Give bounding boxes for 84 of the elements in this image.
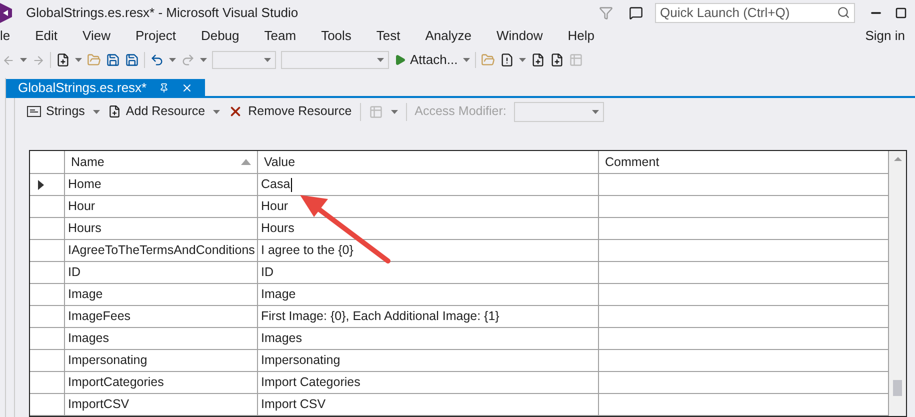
name-cell[interactable]: Images xyxy=(65,328,258,349)
value-cell[interactable]: Hours xyxy=(258,218,599,239)
caret-icon xyxy=(377,58,384,62)
quick-launch-field[interactable]: Quick Launch (Ctrl+Q) xyxy=(655,2,855,22)
menu-item[interactable]: Edit xyxy=(35,26,58,46)
name-cell[interactable]: ImportCSV xyxy=(65,394,258,415)
caret-icon xyxy=(264,58,271,62)
undo-icon[interactable] xyxy=(150,53,164,67)
value-cell[interactable]: First Image: {0}, Each Additional Image: {1} xyxy=(258,306,599,327)
folder-icon[interactable] xyxy=(87,53,101,67)
caret-icon xyxy=(169,58,176,62)
config-dropdown[interactable] xyxy=(212,51,276,69)
caret-icon xyxy=(462,58,470,62)
sign-in-link[interactable]: Sign in xyxy=(865,26,905,46)
menu-item[interactable]: Team xyxy=(264,26,296,46)
add-file-icon xyxy=(108,105,121,118)
column-header[interactable]: Value xyxy=(258,151,599,173)
caret-icon xyxy=(213,110,220,114)
play-icon xyxy=(394,54,406,66)
text-resource-icon xyxy=(27,106,41,117)
caret-icon xyxy=(20,58,27,62)
sort-ascending-icon[interactable] xyxy=(241,159,251,165)
save-icon[interactable] xyxy=(106,53,120,67)
name-cell[interactable]: ImportCategories xyxy=(65,372,258,393)
view-icon[interactable] xyxy=(368,104,383,118)
name-cell[interactable]: IAgreeToTheTermsAndConditions xyxy=(65,240,258,261)
new-item-icon[interactable] xyxy=(56,53,70,67)
maximize-icon[interactable] xyxy=(895,6,907,18)
find-folder-icon[interactable] xyxy=(480,53,495,67)
forward-icon[interactable] xyxy=(32,54,45,66)
access-modifier-dropdown[interactable] xyxy=(514,102,604,122)
name-cell[interactable]: Image xyxy=(65,284,258,305)
pin-icon[interactable] xyxy=(158,82,169,92)
caret-icon xyxy=(592,110,600,114)
caret-icon xyxy=(92,110,100,114)
caret-icon xyxy=(75,58,82,62)
feedback-icon[interactable] xyxy=(629,6,643,20)
value-cell[interactable]: Image xyxy=(258,284,599,305)
name-cell[interactable]: Hour xyxy=(65,196,258,217)
access-modifier-label: Access Modifier: xyxy=(414,103,506,120)
menu-item[interactable]: le xyxy=(0,26,10,46)
document-tab[interactable]: GlobalStrings.es.resx* xyxy=(6,79,205,96)
value-cell[interactable]: ID xyxy=(258,262,599,283)
value-cell[interactable]: Images xyxy=(258,328,599,349)
window-title: GlobalStrings.es.resx* - Microsoft Visual Studio xyxy=(26,4,298,22)
filter-icon[interactable] xyxy=(599,6,613,20)
menu-item[interactable]: Analyze xyxy=(425,26,472,46)
menu-item[interactable]: Project xyxy=(135,26,176,46)
search-icon[interactable] xyxy=(837,6,850,19)
redo-icon[interactable] xyxy=(181,53,195,67)
caret-icon xyxy=(518,58,526,62)
menu-item[interactable]: Help xyxy=(568,26,595,46)
menu-item[interactable]: Debug xyxy=(200,26,240,46)
strings-button[interactable]: Strings xyxy=(27,102,85,121)
remove-resource-button[interactable]: Remove Resource xyxy=(228,102,352,121)
value-cell[interactable]: Import Categories xyxy=(258,372,599,393)
name-cell[interactable]: Hours xyxy=(65,218,258,239)
scroll-up-icon[interactable] xyxy=(894,157,902,161)
add-resource-button[interactable]: Add Resource xyxy=(108,102,206,121)
platform-dropdown[interactable] xyxy=(281,51,389,69)
menu-item[interactable]: Tools xyxy=(321,26,352,46)
file-alert-icon[interactable] xyxy=(500,53,514,67)
current-row-icon xyxy=(38,180,44,190)
column-header[interactable]: Name xyxy=(65,151,258,173)
name-cell[interactable]: Home xyxy=(65,174,258,195)
value-cell[interactable]: Impersonating xyxy=(258,350,599,371)
close-icon[interactable] xyxy=(180,82,193,94)
scrollbar-thumb[interactable] xyxy=(893,380,902,396)
back-icon[interactable] xyxy=(2,54,15,66)
name-cell[interactable]: ID xyxy=(65,262,258,283)
value-cell[interactable]: Import CSV xyxy=(258,394,599,415)
attach-button[interactable]: Attach... xyxy=(394,50,458,70)
menu-item[interactable]: Window xyxy=(496,26,543,46)
menu-item[interactable]: Test xyxy=(376,26,400,46)
menu-item[interactable]: View xyxy=(82,26,110,46)
vertical-scrollbar[interactable] xyxy=(889,151,906,416)
name-cell[interactable]: ImageFees xyxy=(65,306,258,327)
value-cell[interactable]: Casa xyxy=(258,174,599,195)
save-all-icon[interactable] xyxy=(125,53,139,67)
name-cell[interactable]: Impersonating xyxy=(65,350,258,371)
value-cell[interactable]: I agree to the {0} xyxy=(258,240,599,261)
app-logo-icon xyxy=(0,2,12,22)
caret-icon xyxy=(390,110,398,114)
caret-icon xyxy=(200,58,207,62)
